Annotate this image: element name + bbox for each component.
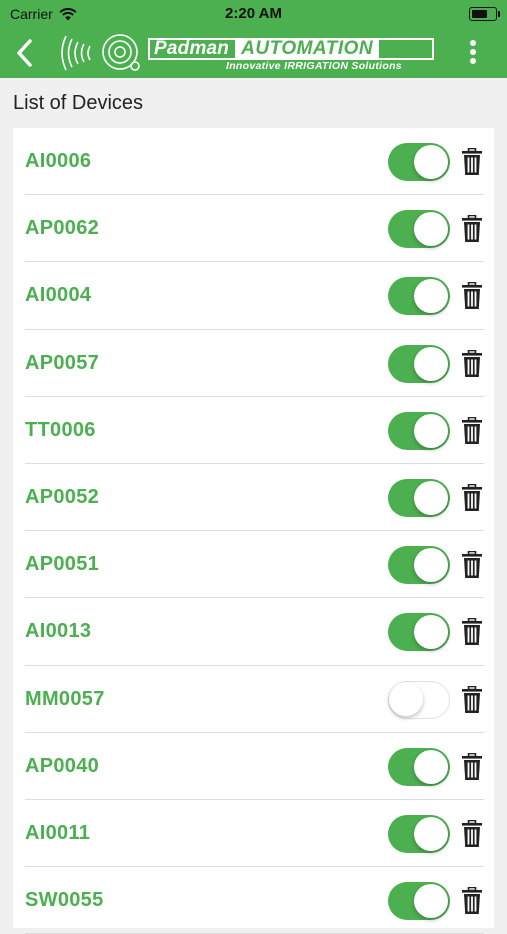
device-name[interactable]: AP0051 [25,553,99,576]
trash-icon [461,416,483,449]
device-row[interactable]: AI0011 [25,800,484,868]
device-toggle[interactable] [388,411,450,450]
toggle-knob [414,816,448,851]
trash-icon [461,886,483,919]
device-toggle[interactable] [388,478,450,517]
device-name[interactable]: AI0013 [25,620,91,643]
device-toggle[interactable] [388,277,450,316]
more-options-button[interactable] [469,40,477,68]
device-toggle[interactable] [388,814,450,853]
toggle-knob [414,413,448,448]
delete-button[interactable] [461,819,483,848]
signal-waves-icon [61,34,140,71]
trash-icon [461,483,483,516]
device-row[interactable]: AP0062 [25,195,484,263]
delete-button[interactable] [461,147,483,176]
device-name[interactable]: AI0011 [25,822,90,845]
delete-button[interactable] [461,685,483,714]
trash-icon [461,214,483,247]
device-toggle[interactable] [388,546,450,585]
delete-button[interactable] [461,550,483,579]
status-bar: Carrier 2:20 AM [0,0,507,28]
device-row[interactable]: AP0052 [25,464,484,532]
trash-icon [461,147,483,180]
brand-logo: Padman AUTOMATION Innovative IRRIGATION … [58,32,438,74]
device-toggle[interactable] [388,344,450,383]
device-name[interactable]: AP0057 [25,352,99,375]
status-time: 2:20 AM [225,5,282,22]
trash-icon [461,618,483,650]
device-row[interactable]: SW0055 [25,867,484,934]
trash-icon [461,282,483,314]
trash-icon [461,685,483,718]
back-button[interactable] [10,36,40,70]
device-toggle[interactable] [388,143,450,181]
delete-button[interactable] [461,416,483,445]
toggle-knob [414,749,448,784]
toggle-knob [414,145,448,179]
delete-button[interactable] [461,483,483,512]
device-name[interactable]: MM0057 [25,688,105,711]
device-name[interactable]: AP0062 [25,217,99,240]
brand-accent-text: AUTOMATION [235,39,380,58]
device-name[interactable]: TT0006 [25,419,96,442]
toggle-knob [389,682,423,716]
delete-button[interactable] [461,214,483,243]
battery-icon [469,7,500,21]
device-row[interactable]: AP0040 [25,733,484,800]
delete-button[interactable] [461,752,483,781]
device-row[interactable]: AI0006 [25,128,484,196]
nav-bar: Padman AUTOMATION Innovative IRRIGATION … [0,28,507,78]
device-toggle[interactable] [388,613,450,652]
delete-button[interactable] [461,282,483,310]
device-name[interactable]: AI0004 [25,284,91,307]
device-row[interactable]: AP0051 [25,531,484,599]
delete-button[interactable] [461,886,483,915]
device-row[interactable]: AP0057 [25,330,484,397]
toggle-knob [414,480,448,515]
device-toggle[interactable] [388,747,450,786]
brand-main-text: Padman [154,38,230,59]
brand-name-box: Padman AUTOMATION [148,38,434,60]
device-name[interactable]: AI0006 [25,150,91,173]
device-toggle[interactable] [388,882,450,921]
device-name[interactable]: AP0040 [25,755,99,778]
toggle-knob [414,346,448,381]
toggle-knob [414,548,448,583]
device-row[interactable]: TT0006 [25,397,484,464]
more-vertical-icon [470,40,476,46]
toggle-knob [414,212,448,247]
device-row[interactable]: AI0013 [25,598,484,666]
toggle-knob [414,615,448,650]
trash-icon [461,550,483,583]
device-toggle[interactable] [388,210,450,249]
device-name[interactable]: AP0052 [25,486,99,509]
device-name[interactable]: SW0055 [25,889,104,912]
device-toggle[interactable] [388,680,450,719]
trash-icon [461,752,483,785]
page-title: List of Devices [13,92,144,114]
chevron-left-icon [17,39,32,67]
toggle-knob [414,884,448,919]
toggle-knob [414,279,448,314]
trash-icon [461,819,483,852]
trash-icon [461,349,483,382]
delete-button[interactable] [461,349,483,378]
device-row[interactable]: AI0004 [25,262,484,330]
brand-tagline: Innovative IRRIGATION Solutions [226,60,402,72]
delete-button[interactable] [461,618,483,646]
device-row[interactable]: MM0057 [25,666,484,733]
device-list: AI0006 AP0062 AI0004 AP0057 TT0006 AP0052 AP00… [13,128,494,934]
